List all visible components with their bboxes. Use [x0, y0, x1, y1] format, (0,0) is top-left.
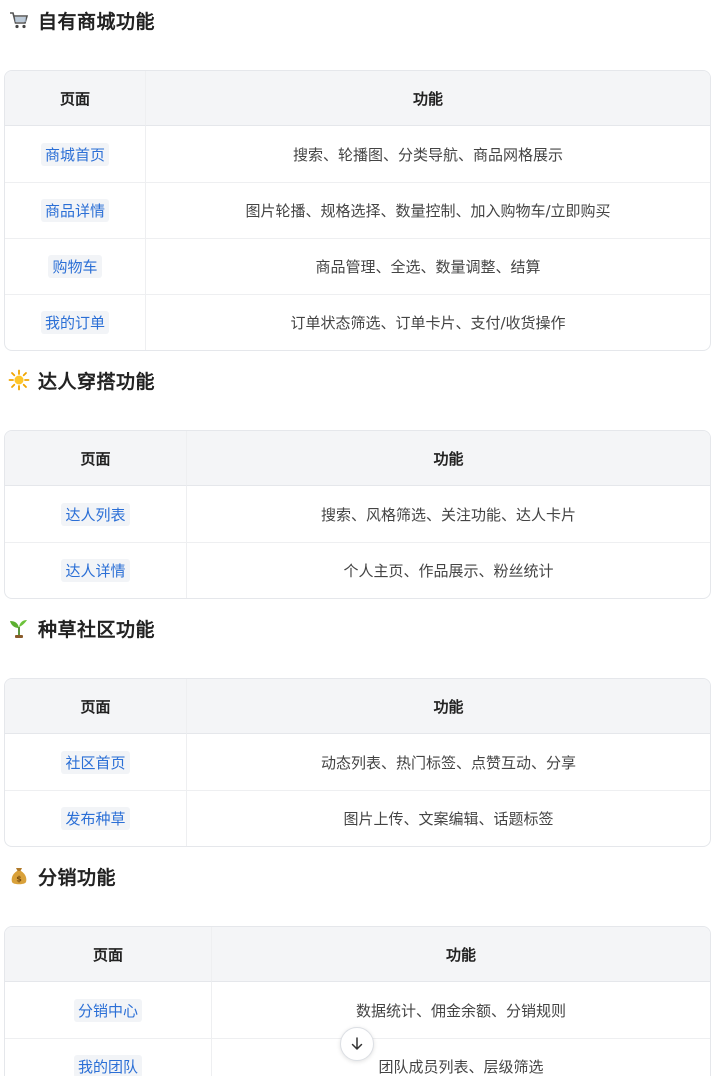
page-name-cart[interactable]: 购物车	[48, 255, 102, 278]
svg-text:$: $	[16, 875, 22, 884]
section-heading-distribution: $ 分销功能	[8, 861, 116, 891]
column-header-function: 功能	[146, 71, 710, 126]
section-heading-community: 种草社区功能	[8, 613, 155, 643]
column-header-function: 功能	[187, 431, 710, 486]
table-row: 社区首页 动态列表、热门标签、点赞互动、分享	[5, 734, 710, 790]
table-row: 达人列表 搜索、风格筛选、关注功能、达人卡片	[5, 486, 710, 542]
function-cell: 图片轮播、规格选择、数量控制、加入购物车/立即购买	[146, 182, 710, 238]
table-row: 商品详情 图片轮播、规格选择、数量控制、加入购物车/立即购买	[5, 182, 710, 238]
function-cell: 搜索、风格筛选、关注功能、达人卡片	[320, 505, 576, 524]
table-row: 商城首页 搜索、轮播图、分类导航、商品网格展示	[5, 126, 710, 182]
column-header-function: 功能	[212, 927, 710, 982]
page-name-mall-home[interactable]: 商城首页	[40, 142, 109, 166]
function-cell: 商品管理、全选、数量调整、结算	[146, 238, 710, 294]
function-cell: 搜索、轮播图、分类导航、商品网格展示	[292, 145, 563, 164]
function-cell: 图片上传、文案编辑、话题标签	[187, 790, 710, 846]
section-heading-influencer: 达人穿搭功能	[8, 365, 155, 395]
page-name-my-team[interactable]: 我的团队	[73, 1055, 142, 1076]
table-row: 我的订单 订单状态筛选、订单卡片、支付/收货操作	[5, 294, 710, 350]
page-name-distribution-center[interactable]: 分销中心	[73, 998, 142, 1022]
function-cell: 数据统计、佣金余额、分销规则	[355, 1001, 566, 1020]
table-header-row: 页面 功能	[5, 679, 710, 734]
mall-table: 页面 功能 商城首页 搜索、轮播图、分类导航、商品网格展示 商品详情 图片轮播、…	[4, 70, 711, 351]
section-heading-mall: 自有商城功能	[8, 5, 155, 35]
function-cell: 团队成员列表、层级筛选	[212, 1038, 710, 1076]
column-header-page: 页面	[5, 927, 212, 982]
seedling-icon	[8, 617, 30, 639]
section-title: 自有商城功能	[38, 10, 156, 33]
column-header-page: 页面	[5, 679, 187, 734]
section-title: 种草社区功能	[38, 618, 156, 641]
page-name-community-home[interactable]: 社区首页	[61, 750, 130, 774]
function-cell: 订单状态筛选、订单卡片、支付/收货操作	[146, 294, 710, 350]
table-row: 发布种草 图片上传、文案编辑、话题标签	[5, 790, 710, 846]
table-header-row: 页面 功能	[5, 431, 710, 486]
table-row: 购物车 商品管理、全选、数量调整、结算	[5, 238, 710, 294]
table-row: 达人详情 个人主页、作品展示、粉丝统计	[5, 542, 710, 598]
table-header-row: 页面 功能	[5, 927, 710, 982]
section-title: 分销功能	[38, 866, 117, 889]
table-header-row: 页面 功能	[5, 71, 710, 126]
column-header-page: 页面	[5, 431, 187, 486]
community-table: 页面 功能 社区首页 动态列表、热门标签、点赞互动、分享 发布种草 图片上传、文…	[4, 678, 711, 847]
section-title: 达人穿搭功能	[38, 370, 156, 393]
cart-icon	[8, 9, 30, 31]
money-bag-icon: $	[8, 865, 30, 887]
page-name-influencer-list[interactable]: 达人列表	[61, 502, 130, 526]
sparkle-sun-icon	[8, 369, 30, 391]
page-name-my-orders[interactable]: 我的订单	[40, 311, 109, 334]
arrow-down-icon	[351, 1037, 363, 1050]
column-header-function: 功能	[187, 679, 710, 734]
column-header-page: 页面	[5, 71, 146, 126]
function-cell: 个人主页、作品展示、粉丝统计	[187, 542, 710, 598]
influencer-table: 页面 功能 达人列表 搜索、风格筛选、关注功能、达人卡片 达人详情 个人主页、作…	[4, 430, 711, 599]
page-name-product-detail[interactable]: 商品详情	[40, 199, 109, 222]
scroll-to-bottom-button[interactable]	[340, 1027, 374, 1061]
page-name-publish-post[interactable]: 发布种草	[61, 807, 130, 830]
page-name-influencer-detail[interactable]: 达人详情	[61, 559, 130, 582]
function-cell: 动态列表、热门标签、点赞互动、分享	[320, 753, 576, 772]
